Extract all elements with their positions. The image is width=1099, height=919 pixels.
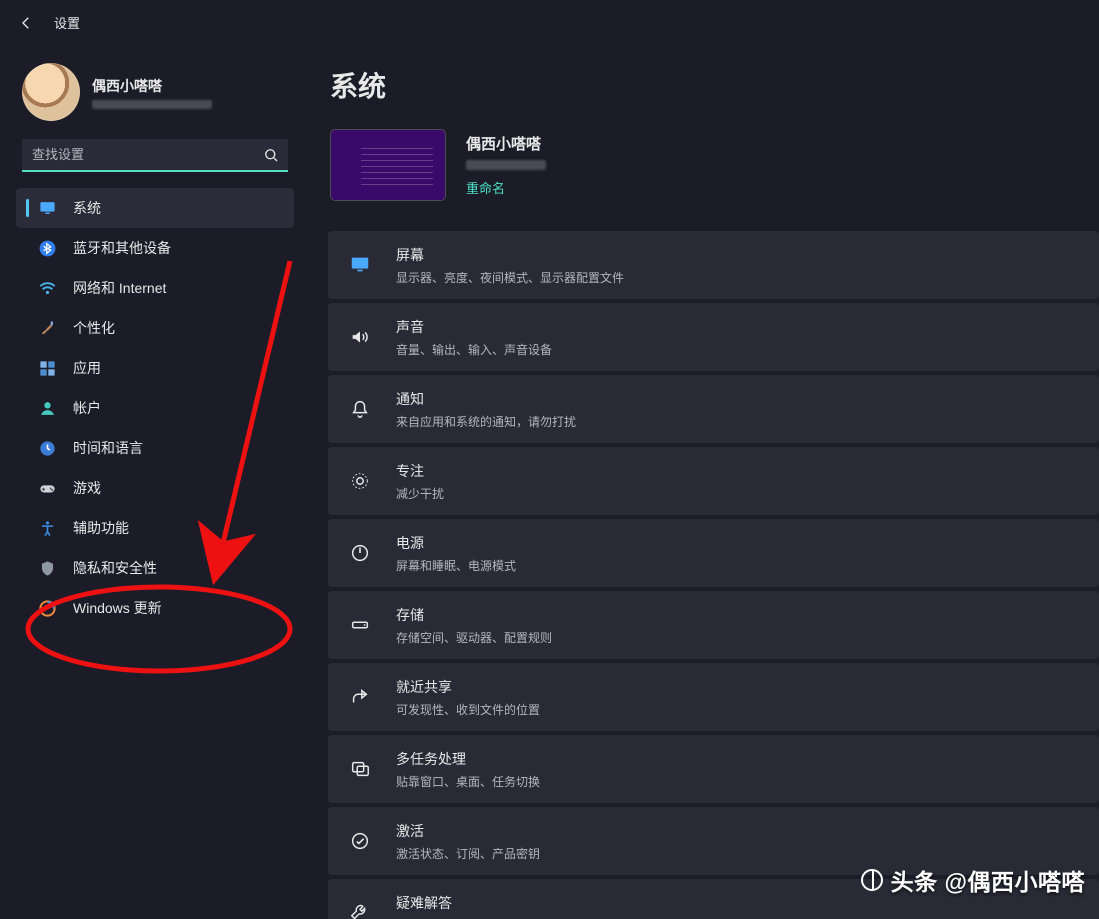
sound-icon [348, 325, 372, 349]
card-title: 就近共享 [396, 677, 540, 697]
bell-icon [348, 397, 372, 421]
person-icon [37, 398, 57, 418]
device-thumbnail[interactable] [330, 129, 446, 201]
gamepad-icon [37, 478, 57, 498]
avatar [22, 63, 80, 121]
brush-icon [37, 318, 57, 338]
back-button[interactable] [8, 5, 44, 41]
sidebar: 偶西小嗒嗒 系统 蓝牙和其他设备 网络和 Internet 个性化 应用 帐户 … [0, 45, 310, 919]
card-title: 电源 [396, 533, 516, 553]
multitask-icon [348, 757, 372, 781]
nav-item-system[interactable]: 系统 [16, 188, 294, 228]
focus-icon [348, 469, 372, 493]
nav-item-label: 个性化 [73, 318, 115, 338]
nav-item-label: 蓝牙和其他设备 [73, 238, 171, 258]
nav-item-label: 系统 [73, 198, 101, 218]
nav-item-accounts[interactable]: 帐户 [16, 388, 294, 428]
card-subtitle: 减少干扰 [396, 485, 444, 502]
card-display[interactable]: 屏幕 显示器、亮度、夜间模式、显示器配置文件 [328, 231, 1099, 299]
nav-list: 系统 蓝牙和其他设备 网络和 Internet 个性化 应用 帐户 时间和语言 … [10, 188, 300, 628]
rename-link[interactable]: 重命名 [466, 178, 546, 197]
nav-item-label: 隐私和安全性 [73, 558, 157, 578]
access-icon [37, 518, 57, 538]
card-title: 存储 [396, 605, 552, 625]
apps-icon [37, 358, 57, 378]
clock-icon [37, 438, 57, 458]
nav-item-bluetooth[interactable]: 蓝牙和其他设备 [16, 228, 294, 268]
nav-item-label: 时间和语言 [73, 438, 143, 458]
card-title: 屏幕 [396, 245, 624, 265]
card-notify[interactable]: 通知 来自应用和系统的通知，请勿打扰 [328, 375, 1099, 443]
window-title: 设置 [54, 13, 80, 32]
card-title: 激活 [396, 821, 540, 841]
card-storage[interactable]: 存储 存储空间、驱动器、配置规则 [328, 591, 1099, 659]
profile-block[interactable]: 偶西小嗒嗒 [10, 53, 300, 139]
search-input[interactable] [30, 146, 262, 163]
main-panel: 系统 偶西小嗒嗒 重命名 屏幕 显示器、亮度、夜间模式、显示器配置文件 声音 音… [310, 45, 1099, 919]
page-heading: 系统 [330, 65, 1099, 105]
nav-item-personalize[interactable]: 个性化 [16, 308, 294, 348]
card-title: 疑难解答 [396, 893, 588, 913]
card-subtitle: 可发现性、收到文件的位置 [396, 701, 540, 718]
monitor-icon [37, 198, 57, 218]
device-name: 偶西小嗒嗒 [466, 133, 546, 154]
storage-icon [348, 613, 372, 637]
power-icon [348, 541, 372, 565]
card-sound[interactable]: 声音 音量、输出、输入、声音设备 [328, 303, 1099, 371]
card-subtitle: 存储空间、驱动器、配置规则 [396, 629, 552, 646]
nav-item-label: 辅助功能 [73, 518, 129, 538]
search-box[interactable] [22, 139, 288, 172]
card-power[interactable]: 电源 屏幕和睡眠、电源模式 [328, 519, 1099, 587]
nav-item-label: 帐户 [73, 398, 101, 418]
check-icon [348, 829, 372, 853]
card-title: 声音 [396, 317, 552, 337]
titlebar: 设置 [0, 0, 1099, 45]
search-icon [262, 146, 280, 164]
card-subtitle: 显示器、亮度、夜间模式、显示器配置文件 [396, 269, 624, 286]
card-title: 专注 [396, 461, 444, 481]
card-subtitle: 来自应用和系统的通知，请勿打扰 [396, 413, 576, 430]
nav-item-privacy[interactable]: 隐私和安全性 [16, 548, 294, 588]
card-title: 通知 [396, 389, 576, 409]
nav-item-label: 网络和 Internet [73, 278, 166, 298]
card-multitask[interactable]: 多任务处理 贴靠窗口、桌面、任务切换 [328, 735, 1099, 803]
nav-item-apps[interactable]: 应用 [16, 348, 294, 388]
shield-icon [37, 558, 57, 578]
watermark: 头条 @偶西小嗒嗒 [861, 863, 1085, 897]
nav-item-accessibility[interactable]: 辅助功能 [16, 508, 294, 548]
nav-item-label: 应用 [73, 358, 101, 378]
nav-item-update[interactable]: Windows 更新 [16, 588, 294, 628]
nav-item-network[interactable]: 网络和 Internet [16, 268, 294, 308]
card-share[interactable]: 就近共享 可发现性、收到文件的位置 [328, 663, 1099, 731]
nav-item-time[interactable]: 时间和语言 [16, 428, 294, 468]
card-title: 多任务处理 [396, 749, 540, 769]
device-header: 偶西小嗒嗒 重命名 [328, 129, 1099, 231]
card-subtitle: 贴靠窗口、桌面、任务切换 [396, 773, 540, 790]
nav-item-label: 游戏 [73, 478, 101, 498]
device-subline-redacted [466, 160, 546, 170]
card-subtitle: 屏幕和睡眠、电源模式 [396, 557, 516, 574]
wifi-icon [37, 278, 57, 298]
update-icon [37, 598, 57, 618]
nav-item-label: Windows 更新 [73, 598, 162, 618]
watermark-text: 头条 @偶西小嗒嗒 [891, 863, 1085, 897]
settings-card-list: 屏幕 显示器、亮度、夜间模式、显示器配置文件 声音 音量、输出、输入、声音设备 … [328, 231, 1099, 919]
profile-name: 偶西小嗒嗒 [92, 76, 212, 96]
card-subtitle: 音量、输出、输入、声音设备 [396, 341, 552, 358]
profile-subline-redacted [92, 100, 212, 109]
card-subtitle: 激活状态、订阅、产品密钥 [396, 845, 540, 862]
monitor-icon [348, 253, 372, 277]
bluetooth-icon [37, 238, 57, 258]
wrench-icon [348, 901, 372, 919]
card-focus[interactable]: 专注 减少干扰 [328, 447, 1099, 515]
watermark-icon [861, 869, 883, 891]
share-icon [348, 685, 372, 709]
nav-item-gaming[interactable]: 游戏 [16, 468, 294, 508]
